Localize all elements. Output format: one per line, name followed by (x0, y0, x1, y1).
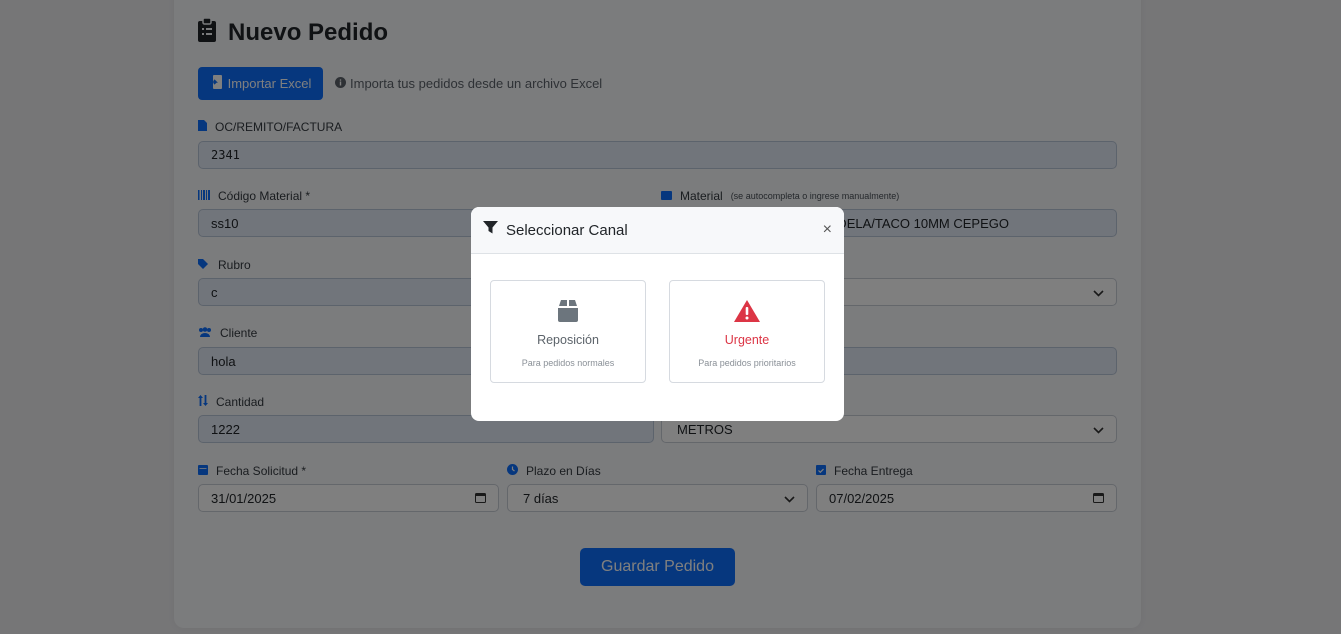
close-icon[interactable]: × (823, 221, 832, 239)
modal-header: Seleccionar Canal × (471, 207, 844, 254)
modal-title: Seleccionar Canal (506, 221, 628, 239)
option-description: Para pedidos prioritarios (698, 358, 796, 368)
option-title: Urgente (724, 333, 770, 347)
select-channel-modal: Seleccionar Canal × Reposición Para pedi… (471, 207, 844, 421)
option-description: Para pedidos normales (521, 358, 615, 368)
box-icon (557, 300, 579, 327)
channel-option-urgente[interactable]: Urgente Para pedidos prioritarios (669, 280, 825, 383)
channel-option-reposicion[interactable]: Reposición Para pedidos normales (490, 280, 646, 383)
warning-triangle-icon (734, 300, 760, 327)
filter-icon (483, 221, 498, 239)
option-title: Reposición (537, 333, 599, 347)
